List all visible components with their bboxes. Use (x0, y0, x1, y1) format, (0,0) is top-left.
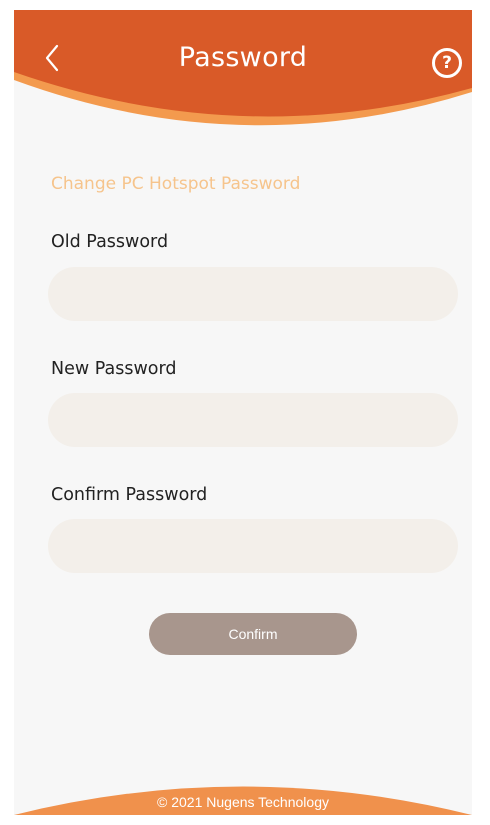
confirm-button[interactable]: Confirm (149, 613, 357, 655)
page-title: Password (178, 42, 308, 73)
confirm-password-input[interactable] (48, 519, 458, 573)
new-password-label: New Password (51, 359, 177, 379)
help-button[interactable]: ? (432, 48, 462, 78)
section-title: Change PC Hotspot Password (51, 174, 301, 194)
old-password-input[interactable] (48, 267, 458, 321)
old-password-label: Old Password (51, 232, 169, 252)
header-wave-background (14, 10, 472, 126)
app-screen: Password ? Change PC Hotspot Password Ol… (14, 10, 472, 815)
question-circle-icon: ? (442, 53, 452, 73)
copyright-text: © 2021 Nugens Technology (157, 794, 329, 810)
header-bar: Password ? (14, 10, 472, 140)
footer-bar: © 2021 Nugens Technology (14, 770, 472, 815)
new-password-input[interactable] (48, 393, 458, 447)
confirm-password-label: Confirm Password (51, 485, 208, 505)
